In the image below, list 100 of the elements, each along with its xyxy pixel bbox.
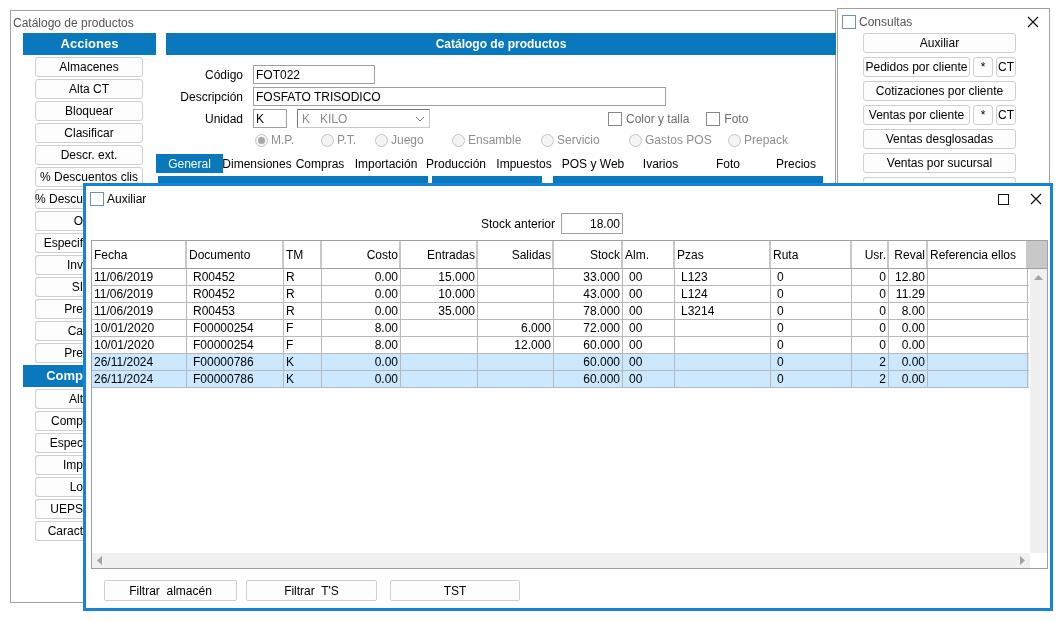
action-button[interactable]: Pre [35,343,84,363]
table-cell-text: 8.00 [374,320,398,337]
table-cell-text: 0 [879,337,886,354]
dropdown[interactable]: K KILO [297,109,430,128]
table-row[interactable]: 26/11/2024 F00000786 K 0.00 60.000 00 0 2 0.00 [92,371,1029,388]
query-button[interactable]: Ventas desglosadas [863,129,1016,149]
query-button[interactable]: Ventas por sucursal [863,153,1016,173]
column-header[interactable]: Ruta [771,241,850,268]
query-button[interactable] [863,177,1016,182]
filter-button[interactable]: Filtrar T'S [246,580,377,601]
table-cell-text: K [286,371,294,388]
radio-label: Prepack [744,132,789,149]
vertical-scrollbar[interactable] [1030,269,1047,553]
table-cell-text: 0 [879,320,886,337]
table-row[interactable]: 10/01/2020 F00000254 F 8.00 12.000 60.000 00 0 0 0.00 [92,337,1029,354]
column-header[interactable]: Fecha [92,241,185,268]
table-cell-text: 00 [629,337,643,354]
window-title: Consultas [859,14,913,31]
option-button[interactable]: CT [996,105,1016,125]
input-field[interactable]: K [253,109,287,128]
action-button[interactable]: Inv [35,255,84,275]
action-button[interactable]: UEPS [35,499,84,519]
filter-button[interactable]: Filtrar almacén [104,580,237,601]
table-cell-text: 0 [777,337,784,354]
action-button[interactable]: O [35,211,84,231]
column-header[interactable]: Stock [554,241,621,268]
scroll-left-icon[interactable] [96,556,102,565]
column-header[interactable]: Reval [889,241,926,268]
action-button[interactable]: Lo [35,477,84,497]
action-button[interactable]: SI [35,277,84,297]
column-header[interactable]: Alm. [623,241,673,268]
close-button[interactable] [1025,14,1041,30]
table-cell-text: 00 [629,320,643,337]
action-button[interactable]: Bloquear [35,101,143,121]
table-cell-text: L123 [681,269,708,286]
table-cell-text: R00452 [193,269,236,286]
filter-button[interactable]: TST [390,580,520,601]
window-icon [90,192,104,206]
column-header[interactable]: Entradas [401,241,476,268]
option-button[interactable]: * [973,105,993,125]
table-row[interactable]: 11/06/2019 R00453 R 0.00 35.000 78.000 00 L3214 0 0 8.00 [92,303,1029,320]
action-button[interactable]: % Descu [35,189,84,209]
action-button[interactable]: Descr. ext. [35,145,143,165]
table-cell-text: 43.000 [583,286,620,303]
action-button[interactable]: Imp [35,455,84,475]
close-button[interactable] [1028,191,1044,207]
table-cell-text: 12.000 [514,337,551,354]
table-cell-text: 33.000 [583,269,620,286]
table-cell-text: R [286,286,295,303]
column-header[interactable]: Usr. [852,241,887,268]
table-row[interactable]: 11/06/2019 R00452 R 0.00 10.000 43.000 00 L124 0 0 11.29 [92,286,1029,303]
table-cell-text: 0 [777,320,784,337]
input-field[interactable]: FOSFATO TRISODICO [253,87,666,106]
scroll-up-icon[interactable] [1034,274,1043,280]
column-header[interactable]: Pzas [675,241,769,268]
query-button[interactable]: Ventas por cliente [863,105,970,125]
action-button[interactable]: Especif [35,233,84,253]
checkbox[interactable] [706,111,721,126]
table-row[interactable]: 11/06/2019 R00452 R 0.00 15.000 33.000 00 L123 0 0 12.80 [92,269,1029,286]
action-button[interactable]: Alta CT [35,79,143,99]
horizontal-scrollbar[interactable] [92,553,1030,568]
table-cell-text: 00 [629,269,643,286]
column-header[interactable]: TM [284,241,320,268]
tab[interactable]: General [156,154,223,173]
input-field[interactable]: 18.00 [561,213,624,234]
section-header: Comp [23,365,84,387]
table-cell-text: 2 [879,354,886,371]
query-button[interactable]: Pedidos por cliente [863,57,970,77]
action-button[interactable]: Espec [35,433,84,453]
maximize-button[interactable] [995,191,1011,207]
input-field[interactable]: FOT022 [253,65,375,84]
column-header[interactable]: Referencia ellos [928,241,1026,268]
table-cell-text: 60.000 [583,354,620,371]
close-icon [1027,16,1039,28]
table-row[interactable]: 10/01/2020 F00000254 F 8.00 6.000 72.000 00 0 0 0.00 [92,320,1029,337]
column-header[interactable]: Salidas [478,241,552,268]
table-cell-text: F00000254 [193,337,254,354]
table-cell-text: 0.00 [374,303,398,320]
action-button[interactable]: Clasificar [35,123,143,143]
column-header[interactable]: Documento [187,241,282,268]
table-cell-text: L124 [681,286,708,303]
column-header[interactable]: Costo [322,241,399,268]
action-button[interactable]: Pre [35,299,84,319]
action-button[interactable]: Alt [35,389,84,409]
query-button[interactable]: Cotizaciones por cliente [863,81,1016,101]
action-button[interactable]: Comp [35,411,84,431]
scroll-right-icon[interactable] [1020,556,1026,565]
table-cell-text: 10/01/2020 [94,337,155,354]
radio-label: P.T. [337,132,357,149]
table-cell-text: R00453 [193,303,236,320]
table-cell-text: 11/06/2019 [94,269,154,286]
action-button[interactable]: Ca [35,321,84,341]
query-button[interactable]: Auxiliar [863,33,1016,53]
chevron-down-icon [415,115,425,122]
action-button[interactable]: Almacenes [35,57,143,77]
option-button[interactable]: CT [996,57,1016,77]
checkbox[interactable] [608,111,622,126]
table-row[interactable]: 26/11/2024 F00000786 K 0.00 60.000 00 0 2 0.00 [92,354,1029,371]
option-button[interactable]: * [973,57,993,77]
action-button[interactable]: Caract [35,521,84,541]
